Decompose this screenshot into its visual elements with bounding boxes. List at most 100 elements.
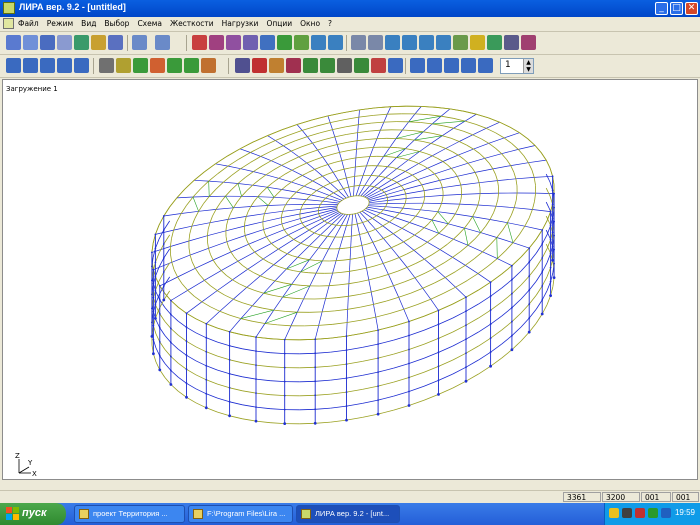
zoom-prev-icon[interactable]: [419, 35, 434, 50]
app-tray-icon[interactable]: [622, 508, 632, 518]
taskbar-item-label: проект Территория ...: [93, 509, 168, 518]
view-front-icon[interactable]: [410, 58, 425, 73]
axes-view-icon[interactable]: [192, 35, 207, 50]
smiley-icon[interactable]: [609, 508, 619, 518]
minimize-button[interactable]: _: [655, 2, 668, 15]
rigid-insert-icon[interactable]: [269, 58, 284, 73]
roof-frame-member: [346, 309, 349, 323]
scissors-icon[interactable]: [99, 58, 114, 73]
menu-file[interactable]: Файл: [18, 19, 39, 28]
cylinder-icon[interactable]: [57, 58, 72, 73]
menu-scheme[interactable]: Схема: [137, 19, 162, 28]
check-icon[interactable]: [354, 58, 369, 73]
roof-ring-member: [383, 260, 392, 264]
wrench-icon[interactable]: [201, 58, 216, 73]
plane-yz-icon[interactable]: [226, 35, 241, 50]
save-icon[interactable]: [40, 35, 55, 50]
network-icon[interactable]: [661, 508, 671, 518]
view-side-icon[interactable]: [427, 58, 442, 73]
roof-ring-member: [497, 250, 506, 259]
copy-icon[interactable]: [167, 58, 182, 73]
flag-icon[interactable]: [453, 35, 468, 50]
menu-view[interactable]: Вид: [81, 19, 96, 28]
load-plate-icon[interactable]: [320, 58, 335, 73]
tools-icon[interactable]: [337, 58, 352, 73]
properties-icon[interactable]: [108, 35, 123, 50]
redo-icon[interactable]: [155, 35, 170, 50]
lightning-icon[interactable]: [470, 35, 485, 50]
plane-xy-icon[interactable]: [243, 35, 258, 50]
roof-ring-member: [334, 160, 342, 163]
zoom-out-icon[interactable]: [328, 35, 343, 50]
menu-help[interactable]: ?: [328, 19, 332, 28]
model-canvas[interactable]: Загружение 1 ZYX: [2, 79, 698, 480]
close-button[interactable]: ✕: [685, 2, 698, 15]
cross-icon[interactable]: [371, 58, 386, 73]
menu-options[interactable]: Опции: [266, 19, 292, 28]
roof-frame-member: [246, 213, 265, 217]
truss-icon[interactable]: [23, 58, 38, 73]
load-case-spinner[interactable]: 1 ▲ ▼: [500, 58, 534, 74]
roof-ring-member: [332, 126, 346, 130]
mirror-icon[interactable]: [184, 58, 199, 73]
view-3d-icon[interactable]: [478, 58, 493, 73]
media-play-icon[interactable]: [648, 508, 658, 518]
view-iso-icon[interactable]: [461, 58, 476, 73]
filter-icon[interactable]: [351, 35, 366, 50]
pencil-icon[interactable]: [294, 35, 309, 50]
start-button[interactable]: пуск: [0, 503, 66, 525]
menu-loads[interactable]: Нагрузки: [222, 19, 259, 28]
antivirus-icon[interactable]: [635, 508, 645, 518]
select-icon[interactable]: [368, 35, 383, 50]
support-icon[interactable]: [235, 58, 250, 73]
spin-arrows-icon[interactable]: ▲ ▼: [523, 59, 533, 73]
menu-select[interactable]: Выбор: [104, 19, 129, 28]
node-icon[interactable]: [116, 58, 131, 73]
frame-icon[interactable]: [6, 58, 21, 73]
new-file-icon[interactable]: [6, 35, 21, 50]
app-icon[interactable]: [3, 2, 15, 14]
export-icon[interactable]: [91, 35, 106, 50]
maximize-button[interactable]: □: [670, 2, 683, 15]
element-icon[interactable]: [150, 58, 165, 73]
wall-ring-member: [393, 377, 410, 383]
taskbar-item-project[interactable]: проект Территория ...: [74, 505, 185, 523]
wall-ring-member: [229, 401, 243, 406]
calc-icon[interactable]: [388, 58, 403, 73]
load-node-icon[interactable]: [286, 58, 301, 73]
import-icon[interactable]: [74, 35, 89, 50]
book-icon[interactable]: [521, 35, 536, 50]
roof-ring-member: [385, 194, 388, 197]
menu-stiffness[interactable]: Жесткости: [170, 19, 214, 28]
zoom-window-icon[interactable]: [385, 35, 400, 50]
taskbar-item-explorer[interactable]: F:\Program Files\Lira ...: [188, 505, 293, 523]
menu-mode[interactable]: Режим: [47, 19, 73, 28]
hinge-icon[interactable]: [252, 58, 267, 73]
zoom-fit-icon[interactable]: [436, 35, 451, 50]
plane-xz-icon[interactable]: [209, 35, 224, 50]
undo-icon[interactable]: [132, 35, 147, 50]
zoom-all-icon[interactable]: [402, 35, 417, 50]
print-icon[interactable]: [57, 35, 72, 50]
rotate-icon[interactable]: [260, 35, 275, 50]
document-icon[interactable]: [3, 18, 14, 29]
roof-ring-member: [320, 234, 324, 237]
roof-ring-member: [189, 254, 193, 263]
taskbar-item-lira[interactable]: ЛИРА вер. 9.2 - [unt...: [296, 505, 400, 523]
grid-icon[interactable]: [40, 58, 55, 73]
roof-frame-member: [322, 156, 329, 165]
wall-ring-member: [217, 369, 230, 375]
roof-ring-member: [322, 173, 328, 177]
load-element-icon[interactable]: [303, 58, 318, 73]
roof-ring-member: [278, 248, 283, 252]
menu-window[interactable]: Окно: [300, 19, 320, 28]
model-icon[interactable]: [487, 35, 502, 50]
pan-icon[interactable]: [277, 35, 292, 50]
view-top-icon[interactable]: [444, 58, 459, 73]
zoom-in-icon[interactable]: [311, 35, 326, 50]
surface-icon[interactable]: [74, 58, 89, 73]
roof-ring-member: [432, 155, 438, 159]
open-file-icon[interactable]: [23, 35, 38, 50]
help-cursor-icon[interactable]: [504, 35, 519, 50]
move-icon[interactable]: [133, 58, 148, 73]
